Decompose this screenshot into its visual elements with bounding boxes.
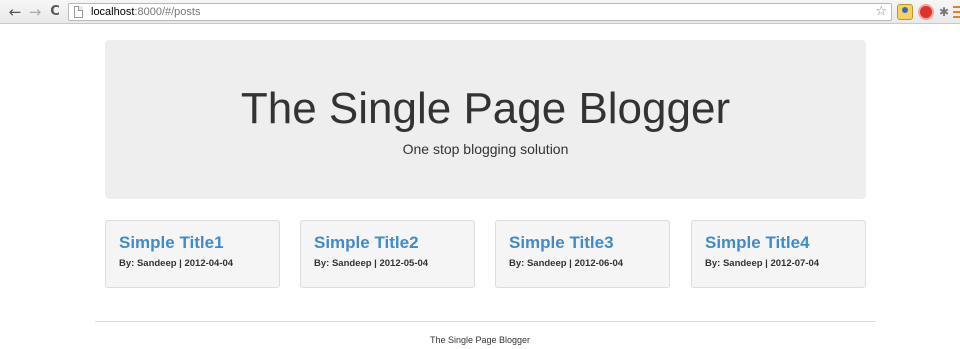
- url-path: :8000/#/posts: [134, 6, 201, 18]
- post-title-link[interactable]: Simple Title2: [314, 233, 419, 253]
- post-title-link[interactable]: Simple Title4: [705, 233, 810, 253]
- post-title-link[interactable]: Simple Title3: [509, 233, 614, 253]
- back-button[interactable]: ←: [6, 3, 24, 21]
- post-title-link[interactable]: Simple Title1: [119, 233, 224, 253]
- browser-toolbar: ← → C localhost:8000/#/posts ☆ ✱: [0, 0, 960, 24]
- jumbotron: The Single Page Blogger One stop bloggin…: [105, 40, 866, 199]
- extension-icon-3[interactable]: ✱: [937, 5, 951, 19]
- reload-button[interactable]: C: [46, 3, 64, 21]
- url-host: localhost: [91, 6, 135, 18]
- post-meta: By: Sandeep | 2012-07-04: [705, 258, 820, 269]
- post-card[interactable]: Simple Title1 By: Sandeep | 2012-04-04: [105, 220, 280, 288]
- page-icon: [74, 6, 83, 18]
- extension-icon-1[interactable]: [897, 4, 913, 20]
- post-card[interactable]: Simple Title2 By: Sandeep | 2012-05-04: [300, 220, 475, 288]
- forward-button[interactable]: →: [26, 3, 44, 21]
- post-card[interactable]: Simple Title3 By: Sandeep | 2012-06-04: [495, 220, 670, 288]
- extension-icon-2[interactable]: [918, 4, 934, 20]
- post-meta: By: Sandeep | 2012-06-04: [509, 258, 624, 269]
- footer-text: The Single Page Blogger: [429, 335, 531, 345]
- url-text: localhost:8000/#/posts: [91, 4, 200, 20]
- browser-menu-icon[interactable]: [953, 6, 960, 18]
- address-bar[interactable]: localhost:8000/#/posts ☆: [68, 3, 892, 21]
- footer-divider: [95, 321, 876, 322]
- post-card[interactable]: Simple Title4 By: Sandeep | 2012-07-04: [691, 220, 866, 288]
- bookmark-star-icon[interactable]: ☆: [875, 4, 887, 20]
- page-subtitle: One stop blogging solution: [402, 141, 569, 157]
- post-meta: By: Sandeep | 2012-04-04: [119, 258, 234, 269]
- page-title: The Single Page Blogger: [240, 84, 731, 133]
- post-meta: By: Sandeep | 2012-05-04: [314, 258, 429, 269]
